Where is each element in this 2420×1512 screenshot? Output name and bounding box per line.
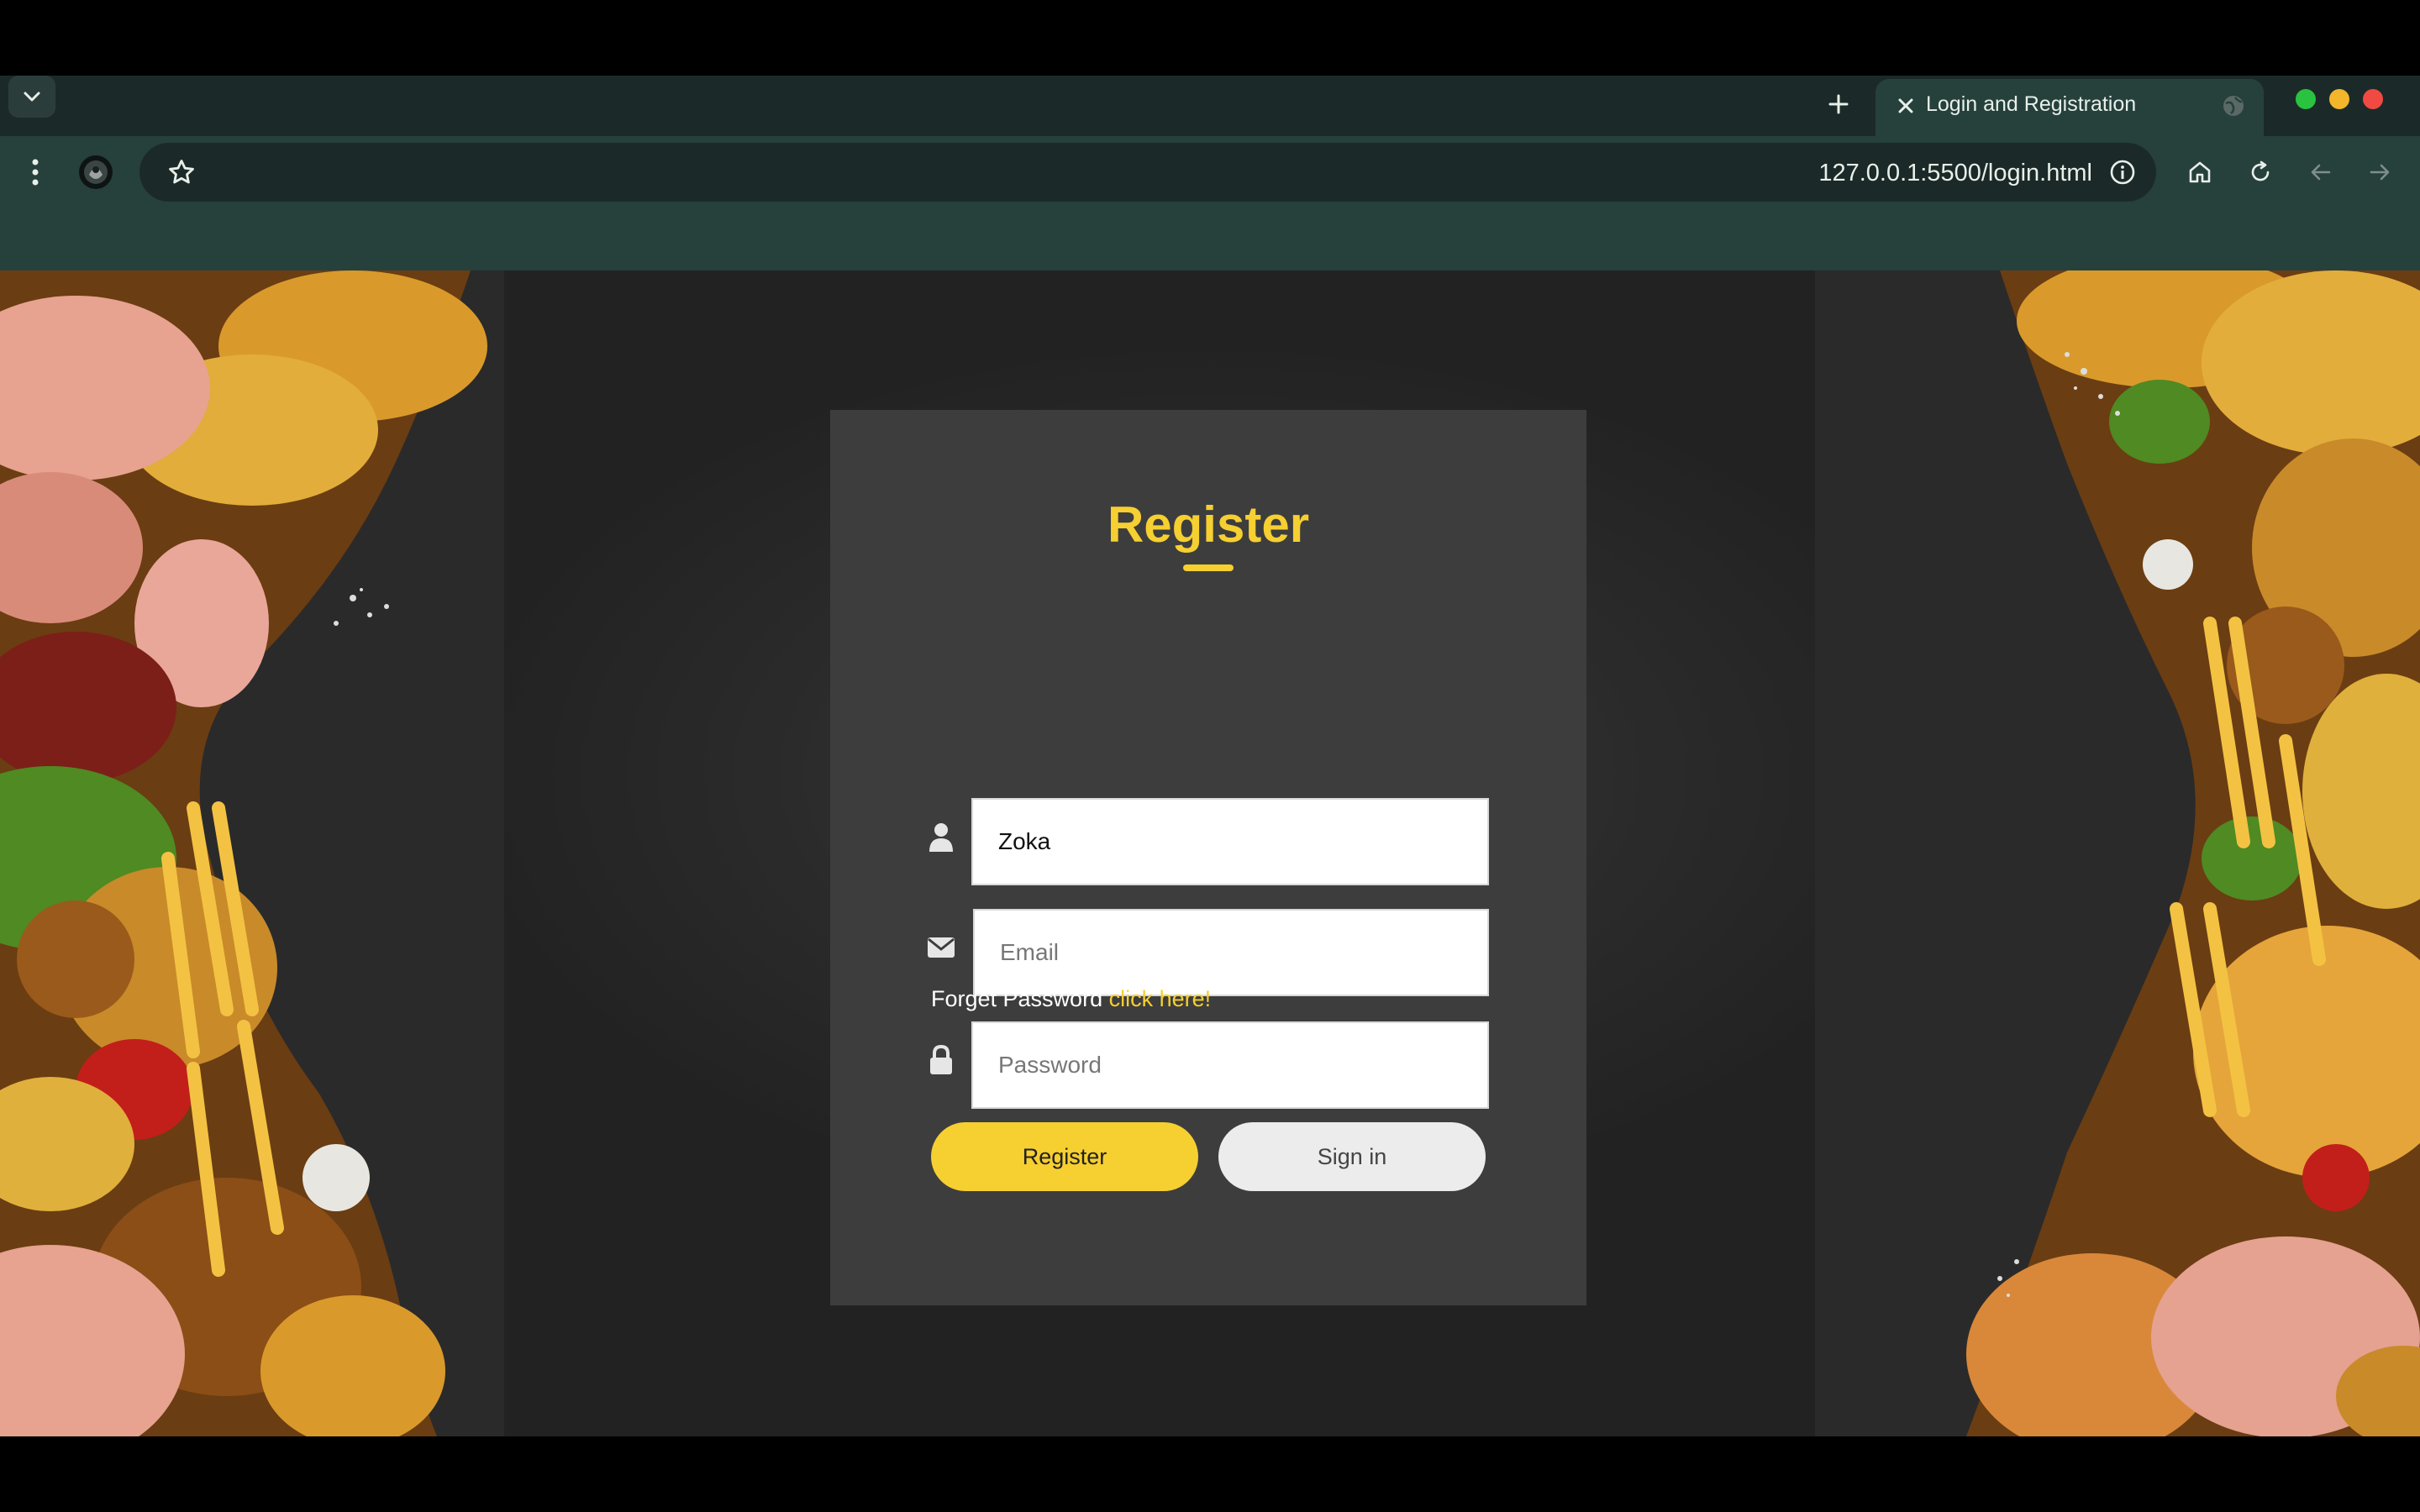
arrow-right-icon	[2370, 164, 2390, 181]
globe-icon	[2223, 96, 2244, 116]
tab-list-button[interactable]	[8, 76, 55, 118]
home-button[interactable]	[2178, 150, 2222, 194]
reload-button[interactable]	[2238, 150, 2282, 194]
password-field-icon	[924, 1043, 958, 1077]
tab-close-button[interactable]	[1889, 89, 1923, 123]
register-button[interactable]: Register	[931, 1122, 1198, 1191]
url-text: 127.0.0.1:5500/login.html	[1818, 160, 2092, 186]
lock-icon	[930, 1045, 952, 1074]
window-zoom-button[interactable]	[2296, 89, 2316, 109]
browser-menu-button[interactable]	[13, 150, 57, 194]
food-collage-right	[1815, 270, 2420, 1436]
close-icon	[1898, 98, 1913, 113]
star-icon	[169, 160, 194, 184]
bookmark-button[interactable]	[160, 150, 203, 194]
home-icon	[2189, 161, 2211, 183]
page-viewport: Register Forget Password click here! Reg…	[0, 270, 2420, 1436]
window-close-button[interactable]	[2363, 89, 2383, 109]
forget-password-text: Forget Password	[931, 986, 1103, 1011]
chevron-down-icon	[24, 92, 40, 102]
screen: Login and Registration 127.0.0.1:5500/lo…	[0, 0, 2420, 1512]
window-minimize-button[interactable]	[2329, 89, 2349, 109]
browser-tab-strip: Login and Registration	[0, 76, 2420, 136]
new-tab-button[interactable]	[1815, 81, 1862, 128]
envelope-icon	[928, 937, 955, 958]
user-field-icon	[924, 820, 958, 853]
reload-icon	[2251, 160, 2270, 181]
tab-favicon	[2218, 91, 2249, 121]
address-bar[interactable]: 127.0.0.1:5500/login.html	[139, 143, 2156, 202]
browser-toolbar: 127.0.0.1:5500/login.html	[0, 136, 2420, 270]
forget-password-link[interactable]: click here!	[1109, 986, 1212, 1011]
site-info-button[interactable]	[2101, 150, 2144, 194]
forget-password-row: Forget Password click here!	[931, 986, 1211, 1012]
food-collage-left	[0, 270, 504, 1436]
forward-button[interactable]	[2358, 150, 2402, 194]
title-underline	[1183, 564, 1234, 571]
email-input[interactable]	[973, 909, 1489, 996]
back-button[interactable]	[2299, 150, 2343, 194]
arrow-left-icon	[2311, 164, 2331, 181]
info-icon	[2110, 160, 2135, 185]
password-input[interactable]	[971, 1021, 1489, 1109]
profile-button[interactable]	[74, 150, 118, 194]
plus-icon	[1828, 94, 1849, 114]
browser-tab-active[interactable]: Login and Registration	[1876, 79, 2264, 136]
more-vertical-icon	[32, 159, 39, 186]
avatar	[79, 155, 113, 189]
form-title: Register	[1107, 496, 1310, 553]
tab-title: Login and Registration	[1926, 92, 2137, 116]
email-field-icon	[924, 931, 958, 964]
register-card: Register Forget Password click here! Reg…	[830, 410, 1586, 1305]
sign-in-button[interactable]: Sign in	[1218, 1122, 1486, 1191]
user-icon	[929, 823, 953, 852]
name-input[interactable]	[971, 798, 1489, 885]
